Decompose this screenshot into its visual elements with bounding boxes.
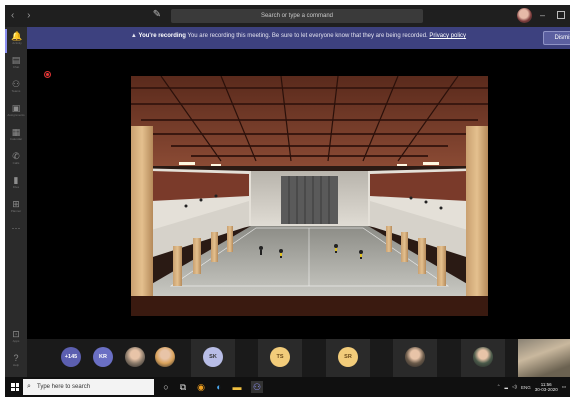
- participant-avatar[interactable]: [125, 347, 145, 367]
- tray-chevron-icon[interactable]: ⌃: [497, 384, 501, 390]
- rail-item-teams[interactable]: ⚇ Teams: [5, 77, 27, 101]
- app-rail: 🔔 Activity ▤ Chat ⚇ Teams ▣ Assignments ▦ Calenda…: [5, 27, 27, 377]
- participant-tile[interactable]: TS: [258, 339, 302, 377]
- rail-item-label: Assignments: [7, 113, 25, 117]
- planner-icon: ⊞: [12, 199, 20, 209]
- rail-item-activity[interactable]: 🔔 Activity: [5, 29, 27, 53]
- rail-item-label: Calendar: [9, 137, 23, 141]
- search-icon: ⌕: [27, 383, 31, 390]
- recording-indicator-icon: [44, 71, 51, 78]
- dismiss-button[interactable]: Dismiss: [543, 31, 570, 45]
- system-tray: ⌃ ▂ ◁) ENG 11:56 30-03-2020 ▭: [497, 379, 566, 395]
- participant-initials-avatar[interactable]: TS: [270, 347, 290, 367]
- apps-icon: ⊡: [12, 329, 20, 339]
- rail-item-help[interactable]: ? Help: [5, 351, 27, 375]
- more-icon: ···: [11, 223, 21, 233]
- shared-screen-render: [131, 76, 488, 316]
- rail-item-more[interactable]: ···: [5, 221, 27, 245]
- bell-icon: 🔔: [11, 31, 23, 41]
- participant-tile[interactable]: SR: [326, 339, 370, 377]
- title-bar: ‹ › ✎ Search or type a command –: [5, 5, 570, 27]
- participant-strip: +145 KR SK TS SR: [27, 339, 570, 377]
- sports-hall-render-image: [131, 76, 488, 316]
- meeting-stage: [27, 49, 570, 339]
- profile-avatar[interactable]: [517, 8, 532, 23]
- rail-item-label: Help: [12, 363, 20, 367]
- clock[interactable]: 11:56 30-03-2020: [535, 382, 558, 392]
- participant-initials-avatar[interactable]: KR: [93, 347, 113, 367]
- rail-item-label: Calls: [12, 161, 20, 165]
- assignments-icon: ▣: [11, 103, 21, 113]
- minimize-button[interactable]: –: [540, 10, 545, 20]
- back-forward-arrows[interactable]: ‹ ›: [11, 10, 35, 21]
- calls-icon: ✆: [12, 151, 20, 161]
- windows-start-icon[interactable]: [11, 383, 19, 391]
- help-icon: ?: [13, 353, 19, 363]
- rail-item-label: Apps: [12, 339, 20, 343]
- rail-item-label: Planner: [10, 209, 22, 213]
- edge-icon[interactable]: ◐: [213, 381, 225, 393]
- files-icon: ▮: [13, 175, 19, 185]
- rail-item-assignments[interactable]: ▣ Assignments: [5, 101, 27, 125]
- chat-icon: ▤: [11, 55, 21, 65]
- more-participants-badge[interactable]: +145: [61, 347, 81, 367]
- language-indicator[interactable]: ENG: [521, 385, 531, 390]
- teams-taskbar-icon[interactable]: ⚇: [251, 381, 263, 393]
- rail-item-files[interactable]: ▮ Files: [5, 173, 27, 197]
- participant-avatar[interactable]: [405, 347, 425, 367]
- participant-tile[interactable]: SK: [191, 339, 235, 377]
- recording-text: You are recording this meeting. Be sure …: [187, 33, 428, 39]
- volume-icon[interactable]: ◁): [512, 384, 517, 390]
- participant-initials-avatar[interactable]: SK: [203, 347, 223, 367]
- clock-date: 30-03-2020: [534, 387, 558, 392]
- maximize-button[interactable]: [557, 11, 565, 19]
- participant-tile[interactable]: [461, 339, 505, 377]
- rail-item-chat[interactable]: ▤ Chat: [5, 53, 27, 77]
- rail-item-label: Activity: [12, 41, 22, 45]
- network-icon[interactable]: ▂: [505, 384, 508, 390]
- teams-icon: ⚇: [11, 79, 21, 89]
- chrome-icon[interactable]: ◉: [195, 381, 207, 393]
- alert-icon: ▲: [130, 33, 137, 39]
- file-explorer-icon[interactable]: ▬: [231, 381, 243, 393]
- participant-tile[interactable]: [393, 339, 437, 377]
- participant-initials-avatar[interactable]: SR: [338, 347, 358, 367]
- rail-item-apps[interactable]: ⊡ Apps: [5, 327, 27, 351]
- calendar-icon: ▦: [11, 127, 21, 137]
- taskbar-search-placeholder: Type here to search: [37, 384, 91, 390]
- rail-item-calls[interactable]: ✆ Calls: [5, 149, 27, 173]
- rail-item-label: Files: [12, 185, 20, 189]
- rail-item-label: Teams: [11, 89, 21, 93]
- rail-item-calendar[interactable]: ▦ Calendar: [5, 125, 27, 149]
- teams-window: ‹ › ✎ Search or type a command – 🔔 Activi…: [5, 5, 570, 397]
- recording-title: You're recording: [138, 33, 186, 39]
- rail-item-label: Chat: [12, 65, 20, 69]
- privacy-policy-link[interactable]: Privacy policy: [429, 33, 466, 39]
- windows-taskbar: ⌕ Type here to search ○ ⧉ ◉ ◐ ▬ ⚇ ⌃ ▂ ◁)…: [5, 377, 570, 397]
- command-search-input[interactable]: Search or type a command: [171, 9, 423, 23]
- compose-icon[interactable]: ✎: [151, 9, 163, 21]
- task-view-icon[interactable]: ⧉: [177, 381, 189, 393]
- notifications-icon[interactable]: ▭: [562, 384, 566, 390]
- recording-message: ▲ You're recording You are recording thi…: [27, 33, 570, 39]
- cortana-icon[interactable]: ○: [160, 381, 172, 393]
- rail-item-planner[interactable]: ⊞ Planner: [5, 197, 27, 221]
- self-video-preview[interactable]: [518, 339, 570, 377]
- participant-avatar[interactable]: [473, 347, 493, 367]
- participant-avatar[interactable]: [155, 347, 175, 367]
- taskbar-search-input[interactable]: ⌕ Type here to search: [23, 379, 154, 395]
- recording-banner: ▲ You're recording You are recording thi…: [27, 27, 570, 49]
